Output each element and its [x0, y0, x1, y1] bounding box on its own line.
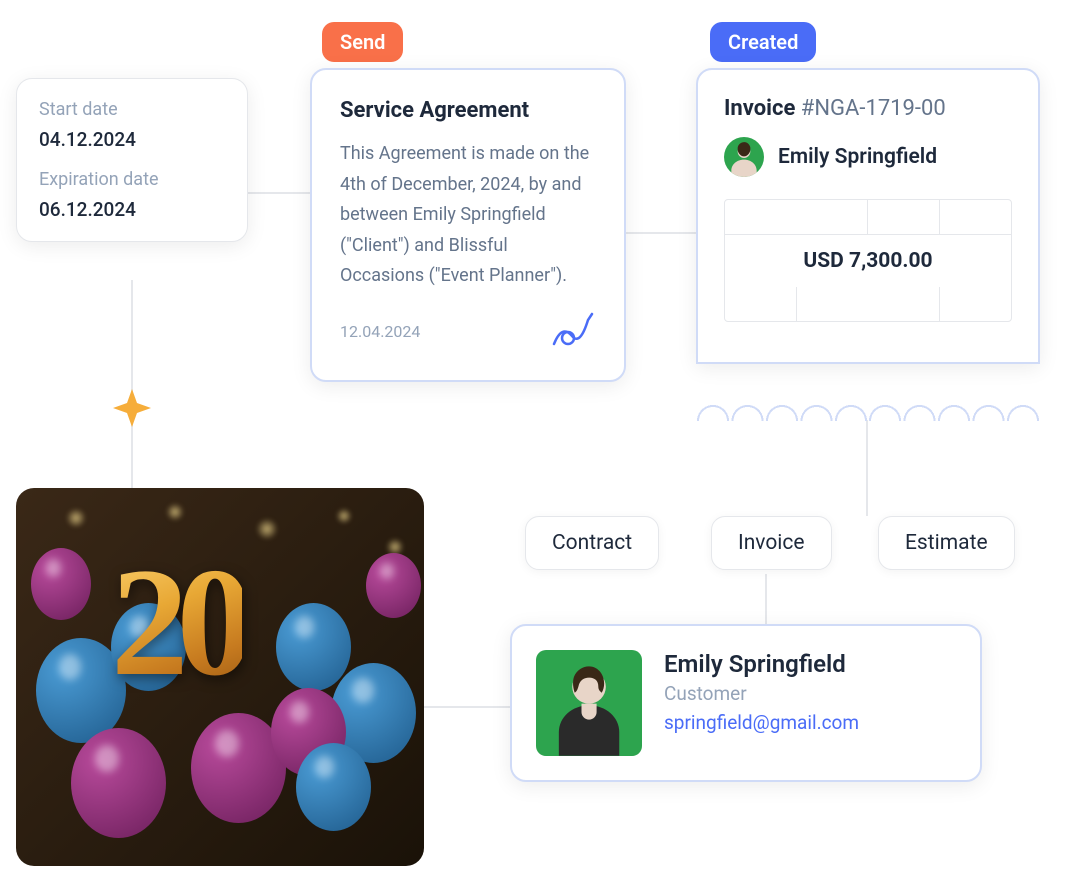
estimate-pill[interactable]: Estimate — [878, 516, 1015, 570]
start-date-value: 04.12.2024 — [39, 128, 225, 151]
dates-card: Start date 04.12.2024 Expiration date 06… — [16, 78, 248, 242]
invoice-pill[interactable]: Invoice — [711, 516, 832, 570]
invoice-table: USD 7,300.00 — [724, 199, 1012, 322]
invoice-header: Invoice #NGA-1719-00 — [724, 96, 1012, 121]
invoice-card[interactable]: Invoice #NGA-1719-00 Emily Springfield U… — [696, 68, 1040, 364]
connector-line — [765, 574, 767, 624]
contract-pill[interactable]: Contract — [525, 516, 659, 570]
invoice-label: Invoice — [724, 96, 795, 121]
expiration-date-value: 06.12.2024 — [39, 198, 225, 221]
connector-line — [424, 706, 510, 708]
agreement-date: 12.04.2024 — [340, 322, 420, 341]
customer-role: Customer — [664, 682, 859, 705]
agreement-card[interactable]: Service Agreement This Agreement is made… — [310, 68, 626, 382]
customer-avatar — [536, 650, 642, 756]
customer-email[interactable]: springfield@gmail.com — [664, 711, 859, 734]
event-image: 20 — [16, 488, 424, 866]
connector-line — [626, 232, 696, 234]
signature-icon — [548, 312, 596, 352]
customer-name: Emily Springfield — [664, 650, 859, 678]
send-badge: Send — [322, 22, 403, 62]
invoice-person: Emily Springfield — [724, 137, 1012, 177]
event-number: 20 — [111, 533, 242, 712]
start-date-label: Start date — [39, 99, 225, 120]
connector-line — [131, 280, 133, 488]
connector-line — [866, 420, 868, 516]
connector-line — [248, 192, 310, 194]
invoice-number: #NGA-1719-00 — [801, 96, 946, 121]
customer-card[interactable]: Emily Springfield Customer springfield@g… — [510, 624, 982, 782]
invoice-scallop-edge — [696, 397, 1040, 421]
invoice-person-name: Emily Springfield — [778, 145, 937, 169]
agreement-body: This Agreement is made on the 4th of Dec… — [340, 139, 596, 292]
sparkle-icon — [111, 387, 153, 429]
agreement-title: Service Agreement — [340, 98, 596, 123]
avatar — [724, 137, 764, 177]
expiration-date-label: Expiration date — [39, 169, 225, 190]
created-badge: Created — [710, 22, 816, 62]
invoice-amount: USD 7,300.00 — [725, 235, 1011, 287]
